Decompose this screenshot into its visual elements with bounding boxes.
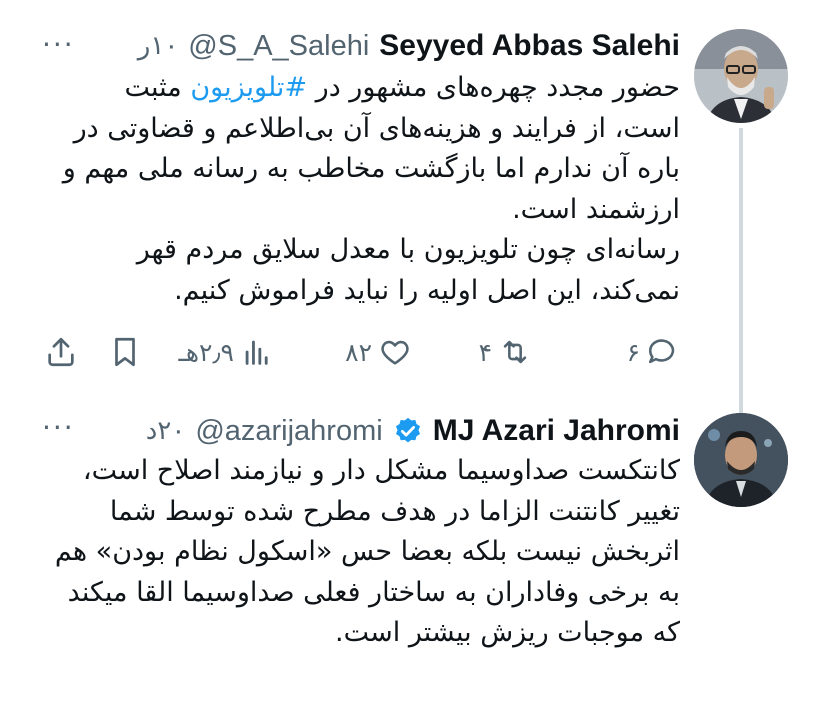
reply-icon — [648, 339, 675, 364]
tweet-text-part: است، از فرایند و هزینه‌های آن بی‌اطلاعم … — [62, 112, 680, 306]
tweet-time[interactable]: ۲۰د — [146, 416, 186, 446]
share-button[interactable] — [44, 330, 78, 374]
views-count: ۲٫۹هـ — [178, 337, 235, 367]
retweet-icon — [503, 340, 527, 364]
bookmark-button[interactable] — [108, 330, 142, 374]
tweet-time[interactable]: ۱۰ر — [138, 31, 179, 61]
retweet-count: ۴ — [478, 337, 492, 367]
like-icon — [381, 340, 409, 365]
tweet-text-part: حضور مجدد چهره‌های مشهور در — [307, 72, 680, 103]
reply-button[interactable]: ۶ — [627, 330, 680, 374]
tweet-header: MJ Azari Jahromi @azarijahromi ۲۰د — [40, 411, 680, 451]
tweet-azari-jahromi[interactable]: MJ Azari Jahromi @azarijahromi ۲۰د ··· ک… — [0, 395, 828, 711]
tweet-header: Seyyed Abbas Salehi @S_A_Salehi ۱۰ر — [40, 26, 680, 66]
tweet-text-part: مثبت — [124, 72, 191, 103]
bookmark-icon — [115, 337, 135, 367]
tweet-salehi[interactable]: Seyyed Abbas Salehi @S_A_Salehi ۱۰ر ··· … — [0, 0, 828, 395]
tweet-text: کانتکست صداوسیما مشکل دار و نیازمند اصلا… — [54, 455, 680, 648]
author-name[interactable]: Seyyed Abbas Salehi — [379, 29, 680, 63]
avatar[interactable] — [694, 29, 788, 123]
tweet-text: حضور مجدد چهره‌های مشهور در #تلویزیون مث… — [42, 68, 680, 311]
verified-badge-icon — [395, 417, 420, 443]
views-button[interactable]: ۲٫۹هـ — [179, 330, 275, 374]
more-options-icon[interactable]: ··· — [42, 28, 75, 61]
more-options-icon[interactable]: ··· — [42, 411, 75, 444]
reply-count: ۶ — [626, 337, 640, 367]
retweet-button[interactable]: ۴ — [479, 330, 532, 374]
author-handle[interactable]: @S_A_Salehi — [188, 30, 369, 63]
like-count: ۸۲ — [345, 337, 372, 367]
like-button[interactable]: ۸۲ — [345, 330, 412, 374]
hashtag-link[interactable]: #تلویزیون — [190, 72, 307, 103]
views-icon — [245, 340, 268, 365]
share-icon — [48, 337, 74, 367]
avatar[interactable] — [694, 413, 788, 507]
author-handle[interactable]: @azarijahromi — [195, 415, 382, 448]
author-name[interactable]: MJ Azari Jahromi — [433, 414, 680, 448]
tweet-actions: ۶ ۴ ۸۲ ۲٫۹هـ — [40, 330, 680, 374]
